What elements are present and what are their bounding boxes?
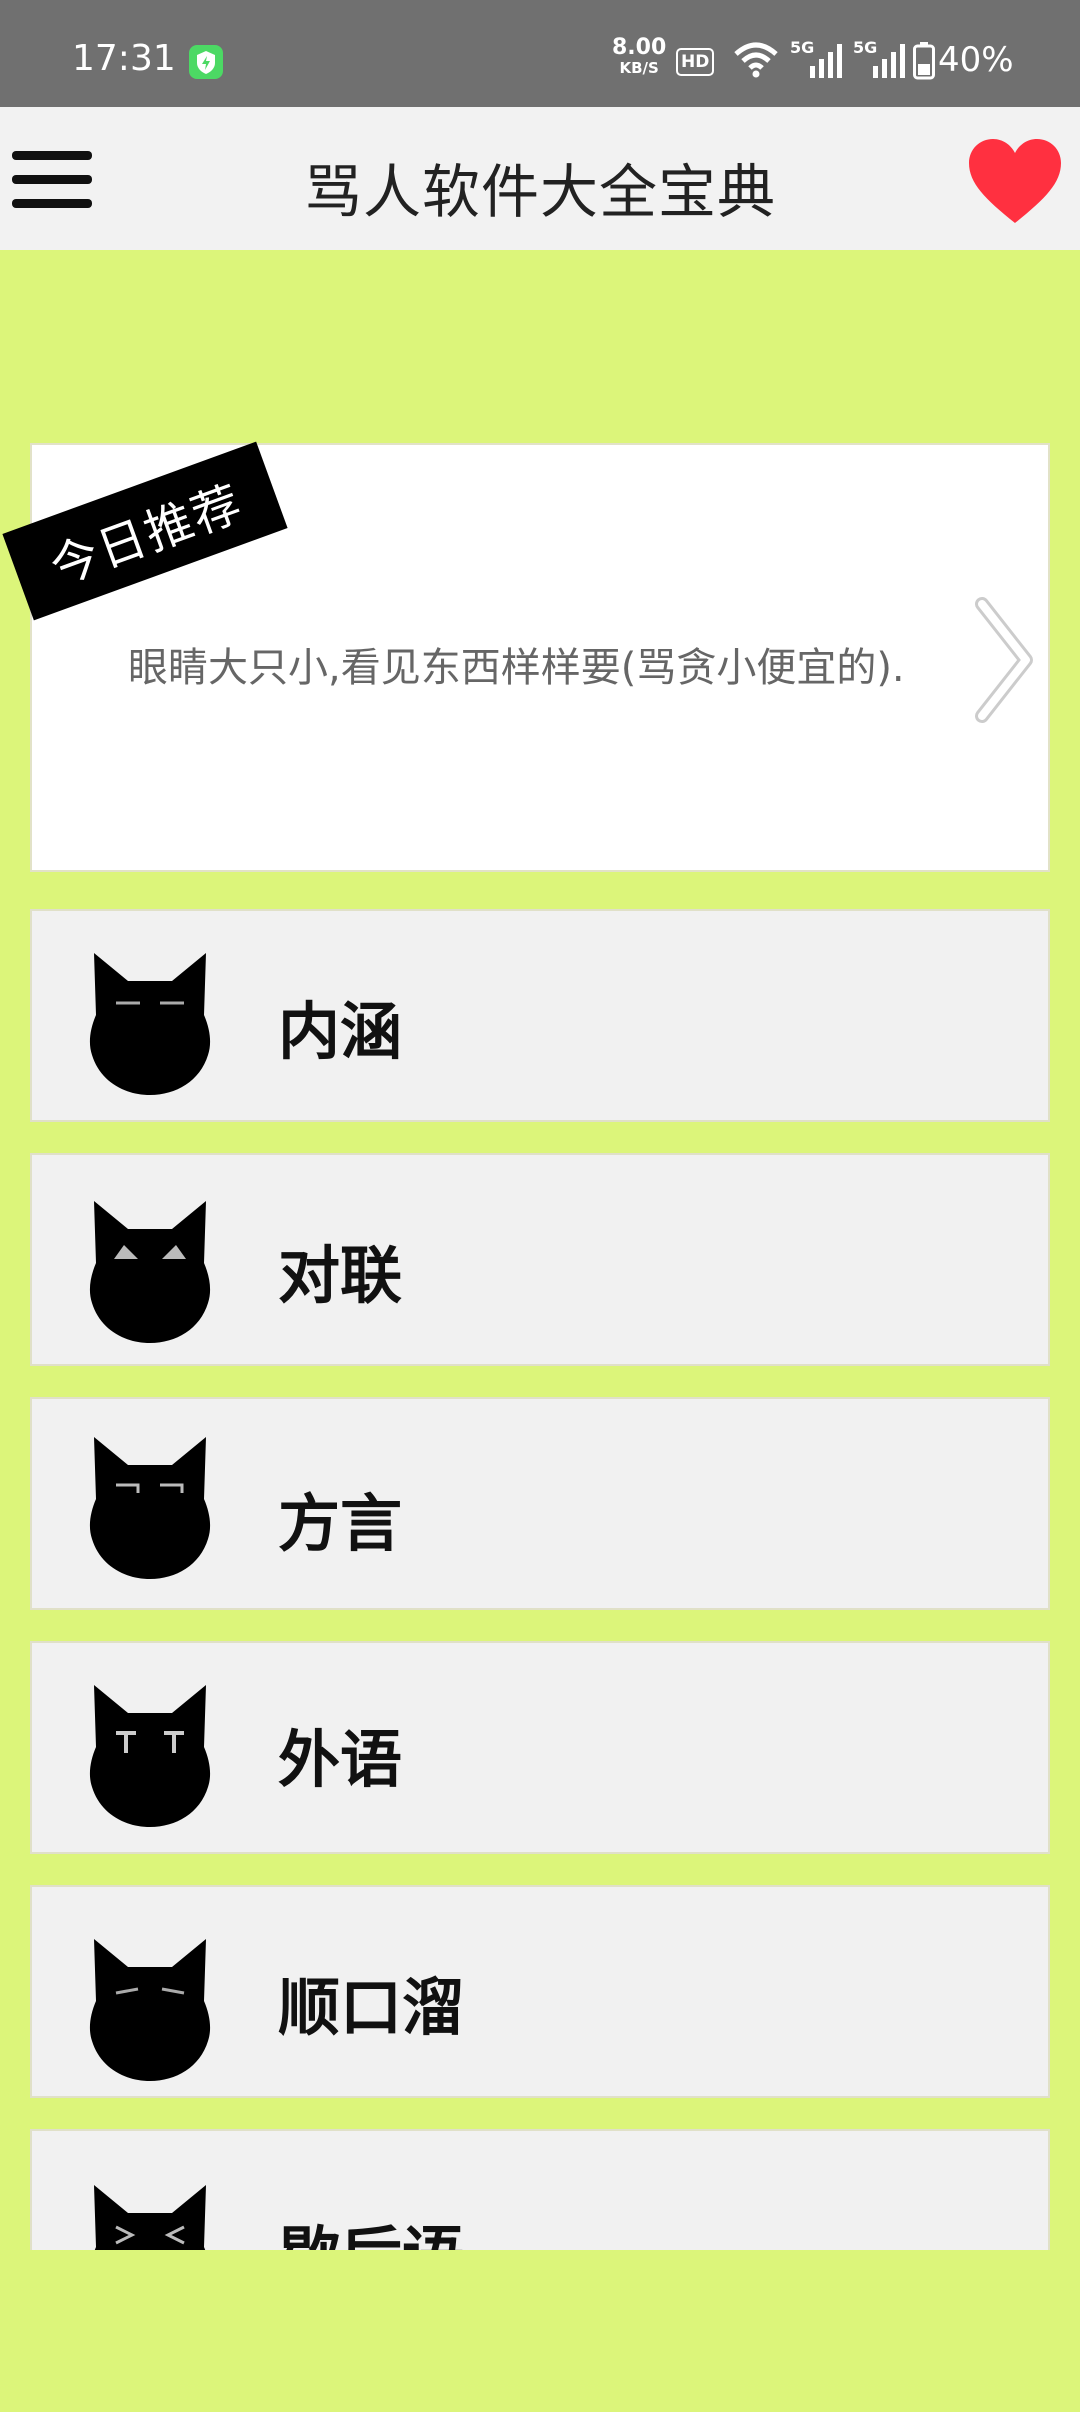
item-label: 内涵 (278, 995, 403, 1068)
cellular-signal-2-icon: 5G (853, 38, 905, 80)
recommendation-card[interactable]: 今日推荐 眼睛大只小,看见东西样样要(骂贪小便宜的). (2, 441, 1050, 872)
net-speed-unit: KB/S (619, 59, 659, 77)
item-label: 顺口溜 (278, 1971, 465, 2044)
shield-icon (189, 45, 223, 79)
cat-face-icon (89, 1201, 211, 1343)
status-time: 17:31 (72, 38, 176, 79)
today-recommend-badge: 今日推荐 (2, 441, 288, 621)
recommendation-text: 眼睛大只小,看见东西样样要(骂贪小便宜的). (128, 645, 905, 691)
list-item-shunkouliu[interactable]: 顺口溜 (30, 1885, 1050, 2098)
wifi-icon (734, 42, 778, 78)
cat-face-icon (89, 1437, 211, 1579)
battery-percent: 40% (938, 40, 1014, 80)
today-recommend-label: 今日推荐 (43, 475, 251, 597)
item-label: 方言 (278, 1487, 403, 1560)
net-speed: 8.00 KB/S (612, 35, 667, 78)
net-speed-value: 8.00 (612, 35, 667, 60)
cat-face-icon (89, 953, 211, 1095)
hd-badge: HD (676, 48, 715, 76)
list-item-fangyan[interactable]: 方言 (30, 1397, 1050, 1610)
heart-icon[interactable] (965, 137, 1065, 227)
list-item-neihan[interactable]: 内涵 (30, 909, 1050, 1122)
battery-icon (913, 42, 935, 80)
bottom-area (0, 2250, 1080, 2412)
cat-face-icon (89, 1939, 211, 2081)
item-label: 外语 (278, 1723, 403, 1796)
item-label: 对联 (278, 1239, 403, 1312)
app-title: 骂人软件大全宝典 (303, 158, 776, 226)
cat-face-icon (89, 1685, 211, 1827)
cellular-signal-1-icon: 5G (790, 38, 842, 80)
chevron-right-icon[interactable] (970, 590, 1040, 730)
list-item-waiyu[interactable]: 外语 (30, 1641, 1050, 1854)
list-item-duilian[interactable]: 对联 (30, 1153, 1050, 1366)
status-bar: 17:31 8.00 KB/S HD 5G 5G 40% (0, 0, 1080, 107)
app-bar: 骂人软件大全宝典 (0, 107, 1080, 250)
